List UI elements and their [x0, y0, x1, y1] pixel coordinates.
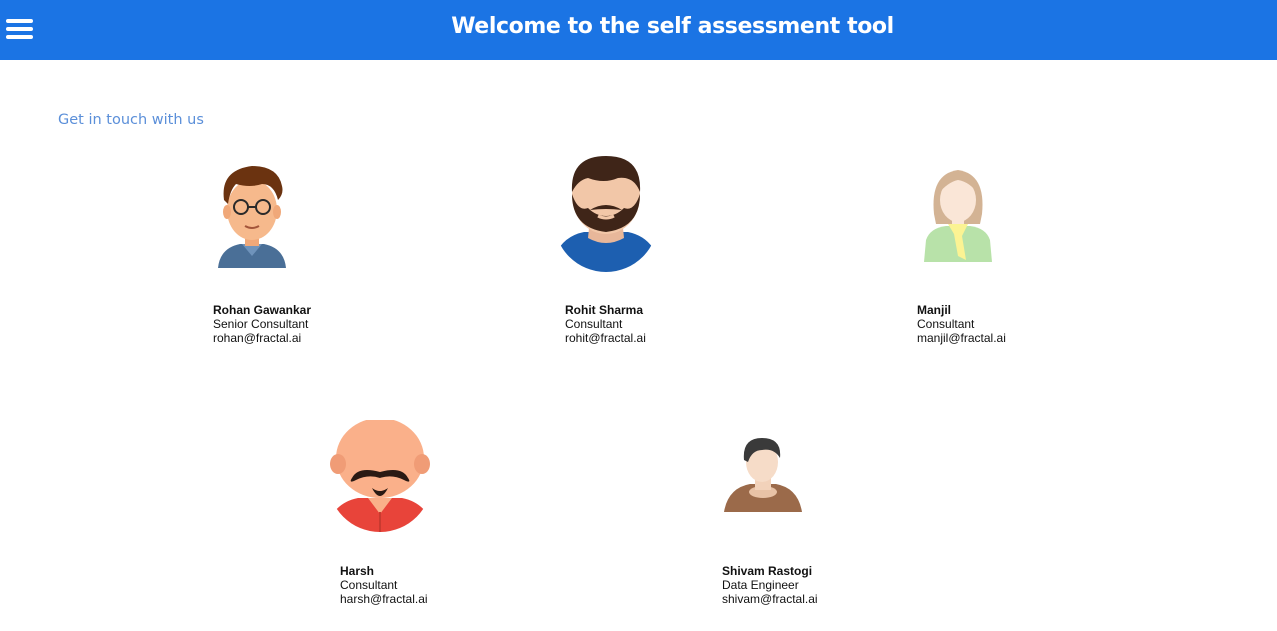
contact-card-manjil: Manjil Consultant manjil@fractal.ai	[917, 303, 1006, 345]
contact-card-rohit: Rohit Sharma Consultant rohit@fractal.ai	[565, 303, 646, 345]
mustache-man-avatar-icon	[328, 420, 432, 532]
contact-role: Consultant	[917, 317, 975, 331]
contact-heading: Get in touch with us	[58, 112, 204, 128]
contact-name: Rohan Gawankar	[213, 303, 312, 317]
man-with-glasses-avatar-icon	[218, 166, 286, 268]
contact-email[interactable]: harsh@fractal.ai	[340, 592, 428, 606]
contact-card-rohan: Rohan Gawankar Senior Consultant rohan@f…	[213, 303, 311, 345]
top-app-bar: Welcome to the self assessment tool	[0, 0, 1277, 60]
contact-email[interactable]: rohit@fractal.ai	[565, 331, 646, 345]
page-title: Welcome to the self assessment tool	[451, 14, 894, 39]
contact-role: Senior Consultant	[213, 317, 309, 331]
contact-role: Consultant	[340, 578, 398, 592]
contact-name: Manjil	[917, 303, 952, 317]
contact-name: Rohit Sharma	[565, 303, 644, 317]
contact-card-shivam: Shivam Rastogi Data Engineer shivam@frac…	[722, 564, 818, 606]
contact-name: Harsh	[340, 564, 375, 578]
contact-role: Consultant	[565, 317, 623, 331]
contact-email[interactable]: shivam@fractal.ai	[722, 592, 818, 606]
contact-name: Shivam Rastogi	[722, 564, 813, 578]
contact-email[interactable]: manjil@fractal.ai	[917, 331, 1006, 345]
bearded-man-avatar-icon	[554, 156, 658, 272]
young-man-avatar-icon	[724, 438, 802, 512]
woman-avatar-icon	[924, 170, 992, 262]
contact-card-harsh: Harsh Consultant harsh@fractal.ai	[340, 564, 428, 606]
contact-email[interactable]: rohan@fractal.ai	[213, 331, 311, 345]
contact-role: Data Engineer	[722, 578, 799, 592]
